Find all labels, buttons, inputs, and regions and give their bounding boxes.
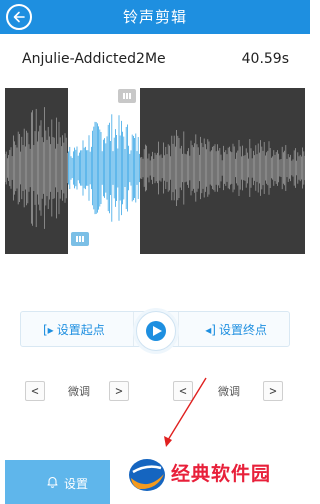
watermark-logo [129,459,165,491]
divider [178,312,179,346]
title-bar: 铃声剪辑 [0,0,310,34]
fine-tune-start: < 微调 > [25,381,140,401]
page-title: 铃声剪辑 [122,8,187,26]
fine-tune-end-prev[interactable]: < [173,381,193,401]
fine-tune-start-next[interactable]: > [109,381,129,401]
fine-tune-start-label: 微调 [68,385,90,398]
song-info: Anjulie-Addicted2Me 40.59s [0,34,310,86]
song-name: Anjulie-Addicted2Me [22,51,166,67]
song-duration: 40.59s [241,51,289,67]
playback-controls: [▸ 设置起点 ◂] 设置终点 [20,311,290,351]
divider [133,312,134,346]
set-end-button[interactable]: ◂] 设置终点 [205,321,267,338]
fine-tune-end-next[interactable]: > [263,381,283,401]
set-end-label: 设置终点 [218,323,267,337]
fine-tune-end: < 微调 > [173,381,288,401]
play-button[interactable] [136,311,176,351]
set-ringtone-button[interactable]: 设置 [5,460,110,504]
start-marker-icon: [▸ [43,323,54,337]
play-icon [153,326,162,336]
waveform-editor[interactable] [5,88,305,254]
fine-tune-end-label: 微调 [218,385,240,398]
waveform[interactable] [5,88,305,254]
end-handle[interactable] [118,89,136,103]
watermark-text: 经典软件园 [171,463,272,485]
set-start-label: 设置起点 [56,323,105,337]
set-ringtone-label: 设置 [64,477,89,491]
watermark: 经典软件园 [125,452,305,500]
bell-icon [47,476,58,488]
fine-tune-start-prev[interactable]: < [25,381,45,401]
play-button-core [146,321,166,341]
end-marker-icon: ◂] [205,323,216,337]
start-handle[interactable] [71,232,89,246]
set-start-button[interactable]: [▸ 设置起点 [43,321,105,338]
